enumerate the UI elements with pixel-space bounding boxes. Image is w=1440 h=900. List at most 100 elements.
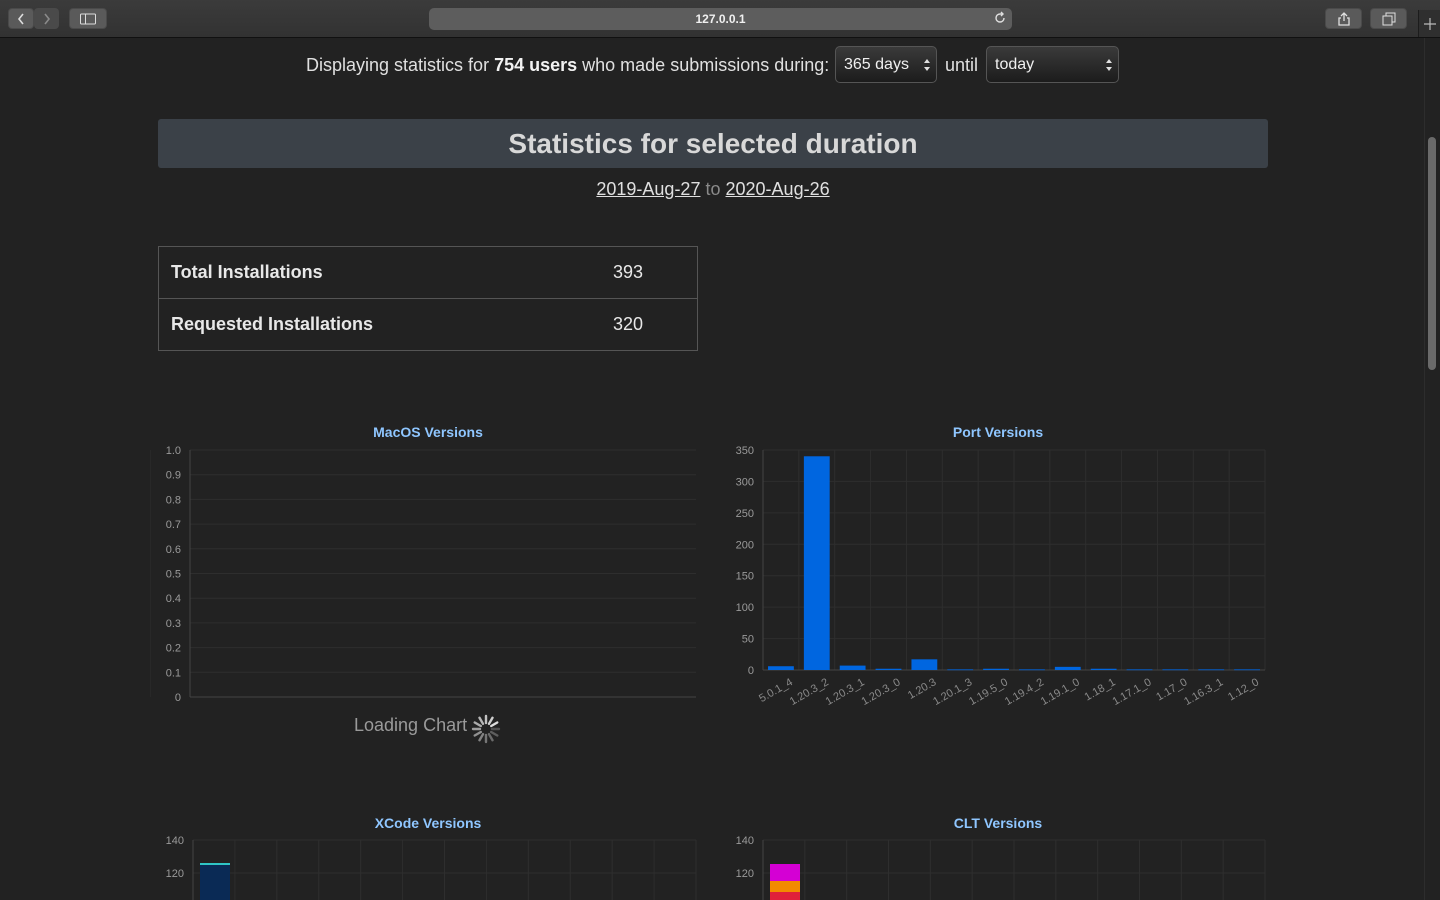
y-tick-label: 250 [736, 508, 754, 520]
bar[interactable] [1162, 669, 1189, 671]
bar-segment[interactable] [770, 892, 800, 900]
bar[interactable] [1090, 668, 1117, 670]
table-row: Requested Installations 320 [158, 298, 698, 351]
macos-chart-title: MacOS Versions [373, 424, 483, 440]
bar[interactable] [1198, 669, 1225, 671]
bar[interactable] [1019, 669, 1045, 671]
bar[interactable] [875, 668, 902, 670]
stats-table: Total Installations 393 Requested Instal… [158, 246, 698, 351]
y-tick-label: 0.7 [166, 519, 181, 531]
bar[interactable] [911, 659, 938, 670]
port-chart-title: Port Versions [952, 424, 1044, 440]
bar-segment[interactable] [770, 881, 800, 892]
until-value: today [995, 56, 1035, 73]
y-tick-label: 0.2 [166, 643, 181, 655]
spinner-spoke [473, 730, 483, 737]
loading-text: Loading Chart [354, 715, 468, 735]
duration-select[interactable]: 365 days [835, 46, 937, 83]
plus-icon [1424, 18, 1436, 30]
y-tick-label: 100 [736, 602, 754, 614]
tabs-overview-button[interactable] [1370, 8, 1407, 29]
stat-value: 393 [601, 246, 698, 299]
loading-spinner-icon [471, 714, 501, 744]
y-tick-label: 200 [736, 539, 754, 551]
filter-description: Displaying statistics for 754 users who … [306, 55, 829, 76]
table-row: Total Installations 393 [158, 246, 698, 299]
y-tick-label: 0.4 [166, 593, 181, 605]
address-bar[interactable]: 127.0.0.1 [429, 8, 1012, 30]
clt-chart-title: CLT Versions [953, 815, 1043, 831]
y-tick-label: 0.5 [166, 569, 181, 581]
spinner-spoke [489, 730, 499, 737]
x-tick-label: 1.20.3_2 [788, 676, 831, 708]
y-tick-label: 0 [175, 692, 181, 704]
new-tab-button[interactable] [1418, 10, 1440, 37]
back-button[interactable] [8, 8, 34, 29]
y-tick-label: 140 [736, 835, 754, 847]
bar[interactable] [983, 668, 1009, 670]
x-tick-label: 1.17.1_0 [1110, 676, 1153, 708]
bar[interactable] [839, 665, 866, 670]
share-icon [1337, 11, 1350, 26]
x-tick-label: 1.20.3_1 [824, 676, 867, 708]
spinner-spoke [487, 732, 494, 742]
y-tick-label: 120 [166, 868, 184, 880]
y-tick-label: 120 [736, 868, 754, 880]
bar[interactable] [200, 864, 230, 900]
spinner-spoke [473, 721, 483, 728]
share-button[interactable] [1325, 8, 1362, 29]
start-date-link[interactable]: 2019-Aug-27 [596, 179, 700, 199]
y-tick-label: 150 [736, 571, 754, 583]
filter-row: Displaying statistics for 754 users who … [0, 46, 1424, 84]
x-tick-label: 1.20.1_3 [931, 676, 974, 708]
x-tick-label: 1.12_0 [1226, 676, 1261, 703]
page-title: Statistics for selected duration [158, 119, 1268, 168]
y-tick-label: 1.0 [166, 445, 181, 457]
end-date-link[interactable]: 2020-Aug-26 [726, 179, 830, 199]
xcode-versions-chart: 140 120 [166, 835, 697, 900]
macos-versions-chart: 1.0 0.9 0.8 0.7 0.6 0.5 0.4 0.3 0.2 0.1 0 [150, 445, 696, 704]
spinner-spoke [478, 716, 485, 726]
clt-versions-chart: 140 120 [736, 835, 1266, 900]
bar-segment[interactable] [770, 864, 800, 881]
sidebar-toggle-button[interactable] [69, 8, 107, 29]
scrollbar-thumb[interactable] [1428, 137, 1436, 370]
duration-value: 365 days [844, 56, 909, 73]
bar[interactable] [1234, 669, 1260, 671]
bar[interactable] [1126, 669, 1153, 671]
reload-icon[interactable] [993, 11, 1007, 25]
spinner-spoke [489, 721, 499, 728]
x-tick-label: 1.19.5_0 [967, 676, 1010, 708]
date-range-separator: to [705, 179, 721, 199]
until-select[interactable]: today [986, 46, 1119, 83]
bar[interactable] [803, 456, 830, 670]
y-tick-label: 300 [736, 476, 754, 488]
forward-button[interactable] [34, 8, 59, 29]
until-label: until [945, 55, 979, 75]
select-arrows-icon [924, 59, 930, 71]
stat-label: Total Installations [158, 246, 601, 299]
tabs-icon [1382, 12, 1395, 25]
y-tick-label: 140 [166, 835, 184, 847]
x-tick-label: 1.19.1_0 [1039, 676, 1082, 708]
y-tick-label: 0.8 [166, 494, 181, 506]
url-text: 127.0.0.1 [695, 12, 746, 26]
spinner-spoke [478, 732, 485, 742]
filter-prefix: Displaying statistics for [306, 55, 495, 75]
chevron-left-icon [17, 13, 24, 24]
date-range: 2019-Aug-27 to 2020-Aug-26 [0, 179, 1426, 200]
user-count: 754 users [494, 55, 578, 75]
y-tick-label: 0.9 [166, 470, 181, 482]
stat-value: 320 [601, 298, 698, 351]
y-tick-label: 50 [742, 634, 754, 646]
bar[interactable] [947, 669, 974, 671]
xcode-chart-title: XCode Versions [374, 815, 482, 831]
bar[interactable] [768, 666, 794, 670]
bar[interactable] [1054, 666, 1081, 670]
x-tick-label: 1.20.3_0 [859, 676, 902, 708]
sidebar-icon [80, 13, 96, 24]
spinner-spoke [487, 716, 494, 726]
x-tick-label: 1.19.4_2 [1003, 676, 1046, 708]
filter-suffix: who made submissions during: [577, 55, 830, 75]
port-versions-chart: 3503002502001501005005.0.1_41.20.3_21.20… [736, 445, 1266, 708]
